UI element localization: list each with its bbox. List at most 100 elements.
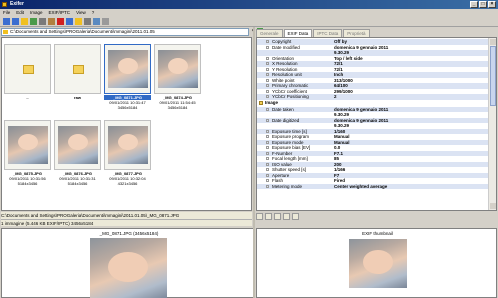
exif-value: 2: [334, 94, 337, 99]
menu-view[interactable]: View: [76, 9, 86, 17]
thumbnail-image[interactable]: _MG_0877.JPG 09/01/2011 10:32:04 4321x34…: [104, 120, 151, 192]
rename-icon[interactable]: [75, 18, 82, 25]
thumbnail-size: 5184x3456: [17, 181, 38, 186]
thumbnail-name: raw: [74, 95, 81, 100]
exif-key: Metering mode: [272, 183, 303, 189]
exif-row[interactable]: YCbCr Positioning 2: [257, 94, 489, 100]
field-icon: [266, 67, 269, 71]
window-controls: _ □ ×: [470, 1, 496, 8]
menu-file[interactable]: File: [3, 9, 10, 17]
title-bar: Exifer _ □ ×: [0, 0, 498, 9]
exif-row[interactable]: Metering mode Center weighted average: [257, 183, 489, 189]
field-icon: [266, 107, 269, 111]
rotate-icon[interactable]: [66, 18, 73, 25]
field-icon: [266, 62, 269, 65]
exif-data-pane: Copyright Off by Date modified domenica 9 …: [256, 37, 497, 211]
field-icon: [266, 146, 269, 149]
field-icon: [266, 151, 269, 155]
grid-icon[interactable]: [274, 213, 281, 220]
copy-icon[interactable]: [292, 213, 299, 220]
menu-edit[interactable]: Edit: [16, 9, 24, 17]
thumbnail-view-icon[interactable]: [93, 18, 100, 25]
folder-icon: [23, 65, 34, 74]
thumbnail-frame: [4, 44, 51, 94]
forward-icon[interactable]: [12, 18, 19, 25]
field-icon: [266, 118, 269, 122]
exif-group-header[interactable]: Image: [257, 100, 489, 106]
scroll-thumb[interactable]: [490, 46, 496, 106]
expand-icon[interactable]: [256, 213, 263, 220]
photo-thumbnail: [58, 126, 98, 164]
field-icon: [266, 184, 269, 188]
thumbnail-frame: [104, 44, 151, 94]
exif-thumbnail-image: [349, 239, 407, 288]
thumbnail-name: ..: [26, 95, 29, 100]
field-icon: [266, 45, 269, 49]
menu-bar: File Edit Image EXIF/IPTC View ?: [0, 9, 498, 17]
thumbnail-frame: [4, 120, 51, 170]
status-bar: 1 immagine (5.446 KB EXIF/IPTC) 3456x518…: [1, 219, 252, 226]
arrow-right-icon[interactable]: [265, 213, 272, 220]
minimize-button[interactable]: _: [470, 1, 478, 8]
tab-general[interactable]: Generale: [256, 29, 283, 37]
thumbnail-size: 3456x5184: [167, 105, 188, 110]
exif-thumbnail-title: EXIF thumbnail: [362, 231, 393, 236]
thumbnail-size: 4321x3456: [117, 181, 138, 186]
back-icon[interactable]: [3, 18, 10, 25]
thumbnail-image[interactable]: _MG_0874.JPG 09/01/2011 11:54:45 3456x51…: [154, 44, 201, 116]
field-icon: [266, 173, 269, 177]
field-icon: [266, 84, 269, 87]
thumbnail-pane: .. raw _MG_0871.JPG 09/01/2011 10:31:47 …: [1, 37, 252, 211]
splitter[interactable]: [253, 27, 255, 298]
thumbnail-folder-parent[interactable]: ..: [4, 44, 51, 116]
delete-icon[interactable]: [57, 18, 64, 25]
thumbnail-folder-raw[interactable]: raw: [54, 44, 101, 116]
preview-title: _MG_0871.JPG (3456x5184): [99, 231, 159, 236]
refresh-icon[interactable]: [30, 18, 37, 25]
scroll-up-icon[interactable]: [490, 39, 496, 45]
thumbnail-size: 3456x5184: [117, 105, 138, 110]
scroll-down-icon[interactable]: [490, 203, 496, 209]
field-icon: [266, 140, 269, 144]
exif-value: Center weighted average: [334, 183, 388, 189]
field-icon: [266, 78, 269, 82]
thumbnail-frame: [154, 44, 201, 94]
thumbnail-frame: [54, 120, 101, 170]
maximize-button[interactable]: □: [479, 1, 487, 8]
toolbar: [0, 17, 498, 27]
list-icon[interactable]: [283, 213, 290, 220]
close-button[interactable]: ×: [488, 1, 496, 8]
thumbnail-frame: [104, 120, 151, 170]
paste-icon[interactable]: [48, 18, 55, 25]
preview-image: [90, 238, 167, 298]
tab-properties[interactable]: Proprietà: [343, 29, 370, 37]
group-title: Image: [265, 100, 279, 105]
tab-exif-data[interactable]: EXIF Data: [283, 29, 313, 37]
vertical-scrollbar[interactable]: [488, 38, 496, 210]
thumbnail-image[interactable]: _MG_0875.JPG 09/01/2011 10:31:56 5184x34…: [4, 120, 51, 192]
tab-iptc-data[interactable]: IPTC Data: [313, 29, 343, 37]
copy-icon[interactable]: [39, 18, 46, 25]
thumbnail-size: 5184x3456: [67, 181, 88, 186]
thumbnail-image[interactable]: _MG_0876.JPG 09/01/2011 10:31:31 5184x34…: [54, 120, 101, 192]
exif-key: YCbCr Positioning: [272, 94, 309, 99]
field-icon: [266, 56, 269, 60]
field-icon: [266, 89, 269, 93]
menu-image[interactable]: Image: [30, 9, 43, 17]
folder-icon: [73, 65, 84, 74]
field-icon: [266, 95, 269, 98]
thumbnail-image-selected[interactable]: _MG_0871.JPG 09/01/2011 10:31:47 3456x51…: [104, 44, 151, 116]
field-icon: [266, 157, 269, 160]
settings-icon[interactable]: [102, 18, 109, 25]
sort-icon[interactable]: [84, 18, 91, 25]
preview-pane: _MG_0871.JPG (3456x5184): [1, 228, 255, 298]
photo-thumbnail: [108, 126, 148, 164]
folder-up-icon[interactable]: [21, 18, 28, 25]
menu-exif-iptc[interactable]: EXIF/IPTC: [49, 9, 71, 17]
app-icon: [2, 2, 7, 7]
thumbnail-frame: [54, 44, 101, 94]
address-field[interactable]: C:\Documents and Settings\PROGaleria\Doc…: [1, 28, 249, 36]
field-icon: [266, 168, 269, 171]
field-icon: [266, 135, 269, 138]
menu-help[interactable]: ?: [92, 9, 95, 17]
